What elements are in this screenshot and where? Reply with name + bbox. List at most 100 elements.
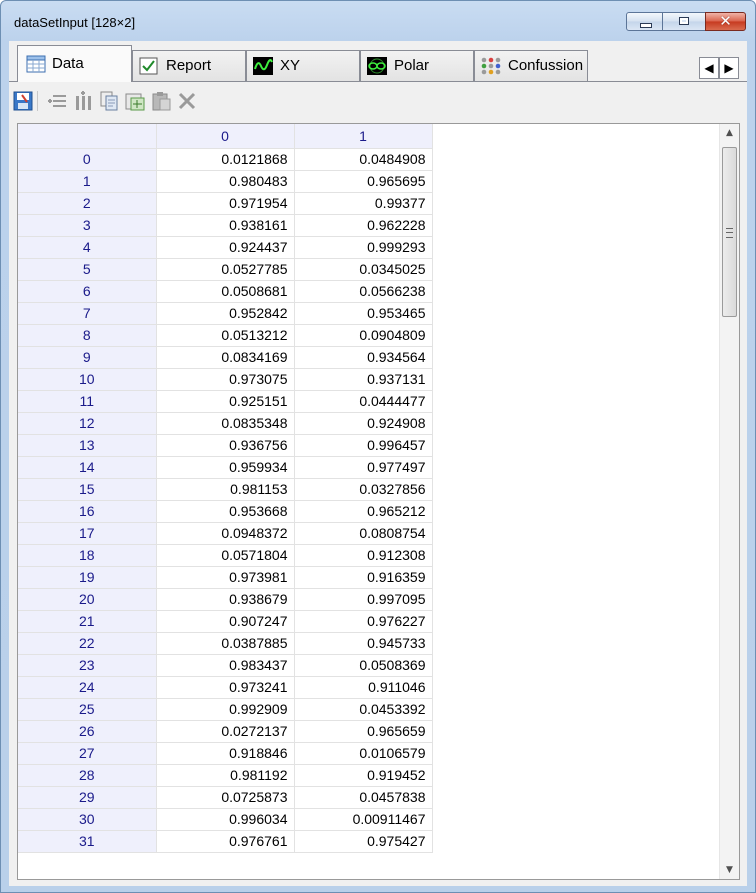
table-cell[interactable]: 0.907247	[156, 610, 295, 633]
row-header[interactable]: 18	[18, 544, 157, 567]
row-header[interactable]: 19	[18, 566, 157, 589]
table-cell[interactable]: 0.0904809	[294, 324, 433, 347]
table-cell[interactable]: 0.0106579	[294, 742, 433, 765]
row-header[interactable]: 2	[18, 192, 157, 215]
table-cell[interactable]: 0.996457	[294, 434, 433, 457]
row-header[interactable]: 13	[18, 434, 157, 457]
data-grid[interactable]: 0 1 0 0.0121868 0.0484908 1 0.980483 0.965695…	[17, 123, 740, 880]
table-cell[interactable]: 0.0345025	[294, 258, 433, 281]
row-header[interactable]: 30	[18, 808, 157, 831]
tab-xy[interactable]: XY	[246, 50, 360, 81]
table-cell[interactable]: 0.971954	[156, 192, 295, 215]
table-cell[interactable]: 0.0272137	[156, 720, 295, 743]
row-header[interactable]: 27	[18, 742, 157, 765]
table-cell[interactable]: 0.0835348	[156, 412, 295, 435]
table-cell[interactable]: 0.0725873	[156, 786, 295, 809]
table-cell[interactable]: 0.0457838	[294, 786, 433, 809]
table-cell[interactable]: 0.0508369	[294, 654, 433, 677]
column-header[interactable]: 0	[156, 124, 295, 149]
table-cell[interactable]: 0.962228	[294, 214, 433, 237]
close-button[interactable]: ✕	[705, 12, 746, 31]
table-cell[interactable]: 0.0834169	[156, 346, 295, 369]
table-cell[interactable]: 0.965695	[294, 170, 433, 193]
table-cell[interactable]: 0.973075	[156, 368, 295, 391]
insert-columns-icon[interactable]	[72, 90, 94, 112]
row-header[interactable]: 10	[18, 368, 157, 391]
row-header[interactable]: 22	[18, 632, 157, 655]
table-cell[interactable]: 0.938161	[156, 214, 295, 237]
table-cell[interactable]: 0.965659	[294, 720, 433, 743]
corner-cell[interactable]	[18, 124, 157, 149]
row-header[interactable]: 26	[18, 720, 157, 743]
table-cell[interactable]: 0.0566238	[294, 280, 433, 303]
row-header[interactable]: 31	[18, 830, 157, 853]
row-header[interactable]: 25	[18, 698, 157, 721]
table-cell[interactable]: 0.980483	[156, 170, 295, 193]
table-cell[interactable]: 0.997095	[294, 588, 433, 611]
table-cell[interactable]: 0.981153	[156, 478, 295, 501]
table-cell[interactable]: 0.0527785	[156, 258, 295, 281]
row-header[interactable]: 1	[18, 170, 157, 193]
save-icon[interactable]	[12, 90, 34, 112]
table-cell[interactable]: 0.959934	[156, 456, 295, 479]
table-cell[interactable]: 0.996034	[156, 808, 295, 831]
column-header[interactable]: 1	[294, 124, 433, 149]
table-cell[interactable]: 0.919452	[294, 764, 433, 787]
row-header[interactable]: 12	[18, 412, 157, 435]
row-header[interactable]: 15	[18, 478, 157, 501]
scroll-up-button[interactable]: ▲	[720, 124, 739, 142]
row-header[interactable]: 8	[18, 324, 157, 347]
title-bar[interactable]: dataSetInput [128×2] ✕	[1, 1, 755, 41]
table-cell[interactable]: 0.925151	[156, 390, 295, 413]
table-cell[interactable]: 0.973241	[156, 676, 295, 699]
table-cell[interactable]: 0.936756	[156, 434, 295, 457]
maximize-button[interactable]	[662, 12, 706, 31]
table-cell[interactable]: 0.938679	[156, 588, 295, 611]
row-header[interactable]: 14	[18, 456, 157, 479]
row-header[interactable]: 29	[18, 786, 157, 809]
import-icon[interactable]	[124, 90, 146, 112]
table-cell[interactable]: 0.976227	[294, 610, 433, 633]
table-cell[interactable]: 0.0444477	[294, 390, 433, 413]
table-cell[interactable]: 0.965212	[294, 500, 433, 523]
table-cell[interactable]: 0.912308	[294, 544, 433, 567]
row-header[interactable]: 11	[18, 390, 157, 413]
table-cell[interactable]: 0.976761	[156, 830, 295, 853]
table-cell[interactable]: 0.0508681	[156, 280, 295, 303]
row-header[interactable]: 17	[18, 522, 157, 545]
row-header[interactable]: 23	[18, 654, 157, 677]
table-cell[interactable]: 0.992909	[156, 698, 295, 721]
table-cell[interactable]: 0.916359	[294, 566, 433, 589]
table-cell[interactable]: 0.99377	[294, 192, 433, 215]
tab-scroll-left-button[interactable]: ◀	[699, 57, 719, 79]
table-cell[interactable]: 0.937131	[294, 368, 433, 391]
delete-icon[interactable]	[176, 90, 198, 112]
table-cell[interactable]: 0.911046	[294, 676, 433, 699]
row-header[interactable]: 5	[18, 258, 157, 281]
tab-scroll-right-button[interactable]: ▶	[719, 57, 739, 79]
tab-polar[interactable]: Polar	[360, 50, 474, 81]
tab-report[interactable]: Report	[132, 50, 246, 81]
table-cell[interactable]: 0.975427	[294, 830, 433, 853]
table-cell[interactable]: 0.981192	[156, 764, 295, 787]
table-cell[interactable]: 0.945733	[294, 632, 433, 655]
table-cell[interactable]: 0.934564	[294, 346, 433, 369]
table-cell[interactable]: 0.0327856	[294, 478, 433, 501]
row-header[interactable]: 28	[18, 764, 157, 787]
row-header[interactable]: 6	[18, 280, 157, 303]
tab-data[interactable]: Data	[17, 45, 132, 82]
table-cell[interactable]: 0.999293	[294, 236, 433, 259]
row-header[interactable]: 7	[18, 302, 157, 325]
copy-icon[interactable]	[98, 90, 120, 112]
table-cell[interactable]: 0.973981	[156, 566, 295, 589]
table-cell[interactable]: 0.952842	[156, 302, 295, 325]
table-cell[interactable]: 0.0513212	[156, 324, 295, 347]
table-cell[interactable]: 0.0808754	[294, 522, 433, 545]
table-cell[interactable]: 0.0121868	[156, 148, 295, 171]
row-header[interactable]: 4	[18, 236, 157, 259]
table-cell[interactable]: 0.953465	[294, 302, 433, 325]
row-header[interactable]: 0	[18, 148, 157, 171]
row-header[interactable]: 3	[18, 214, 157, 237]
table-cell[interactable]: 0.983437	[156, 654, 295, 677]
minimize-button[interactable]	[626, 12, 663, 31]
